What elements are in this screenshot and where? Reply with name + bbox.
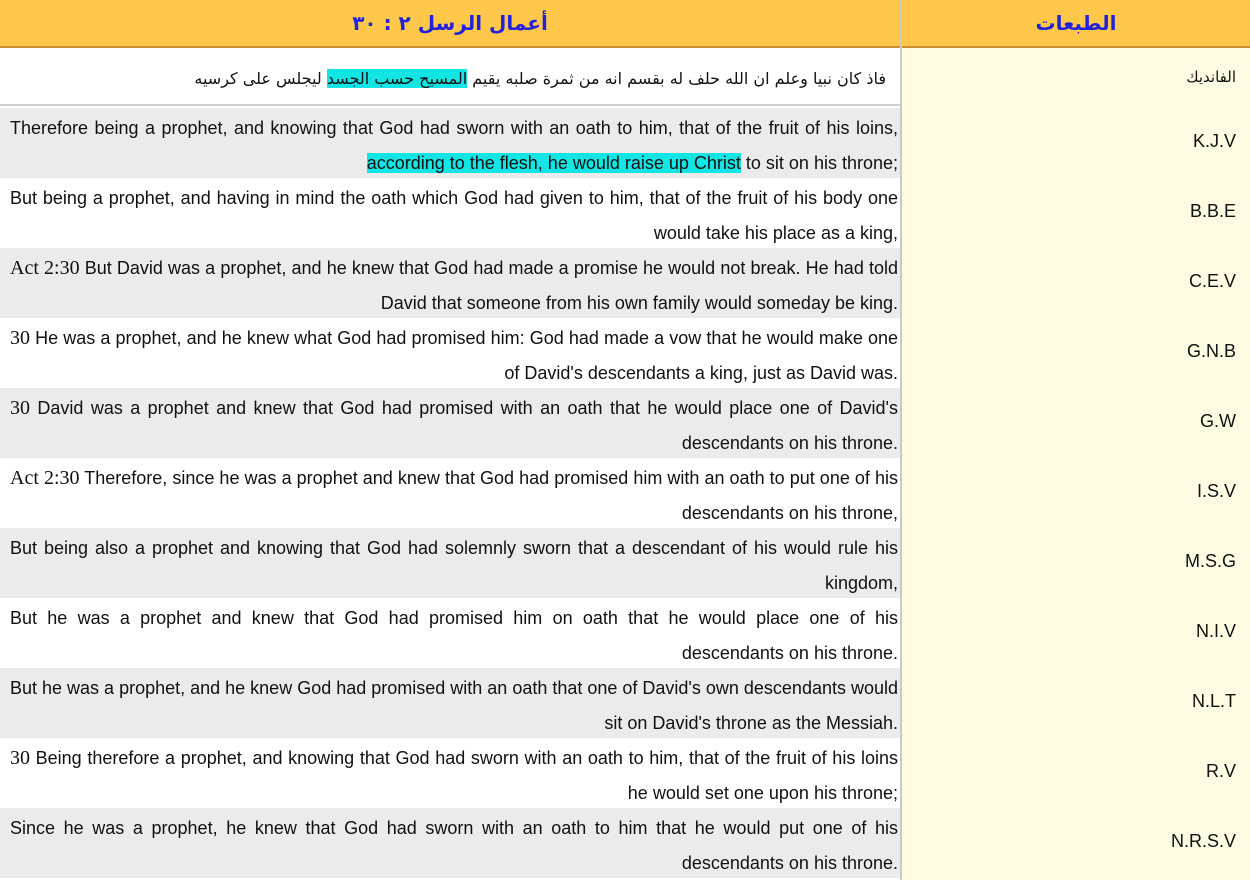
verse-text: But being also a prophet and knowing tha… [10, 531, 898, 601]
versions-column-header: الطبعات [902, 0, 1250, 48]
version-row: But being a prophet, and having in mind … [0, 178, 900, 248]
arabic-verse-row: فاذ كان نبيا وعلم ان الله حلف له بقسم ان… [0, 50, 900, 106]
verse-number: Act 2:30 [10, 257, 80, 279]
verse-text: Act 2:30 Therefore, since he was a proph… [10, 461, 898, 531]
verse-text: But he was a prophet, and he knew God ha… [10, 671, 898, 741]
verse-text-part: But he was a prophet, and he knew God ha… [10, 678, 899, 733]
verse-text-part: Since he was a prophet, he knew that God… [10, 818, 898, 873]
verse-text: 30 He was a prophet, and he knew what Go… [10, 321, 898, 391]
versions-label-column [902, 48, 1250, 880]
arabic-verse-text: فاذ كان نبيا وعلم ان الله حلف له بقسم ان… [194, 62, 886, 96]
arabic-highlighted-phrase: المسيح حسب الجسد [326, 69, 468, 88]
verse-number: 30 [10, 327, 30, 349]
verse-number: 30 [10, 397, 30, 419]
passage-reference-header: أعمال الرسل ٢ : ٣٠ [0, 0, 900, 48]
verse-text-part: Being therefore a prophet, and knowing t… [30, 748, 898, 803]
version-row: 30 Being therefore a prophet, and knowin… [0, 738, 900, 808]
version-label: I.S.V [1196, 481, 1236, 501]
verse-text: Therefore being a prophet, and knowing t… [10, 111, 898, 181]
verse-text: 30 Being therefore a prophet, and knowin… [10, 741, 898, 811]
verse-text-part: to sit on his throne; [740, 153, 898, 173]
verse-text: Since he was a prophet, he knew that God… [10, 811, 898, 881]
version-row: But he was a prophet, and he knew God ha… [0, 668, 900, 738]
verse-text-part: But David was a prophet, and he knew tha… [79, 258, 898, 313]
verse-text-part: But being also a prophet and knowing tha… [10, 538, 898, 593]
version-label: R.V [1205, 761, 1236, 781]
version-label: K.J.V [1192, 131, 1236, 151]
version-row: But he was a prophet and knew that God h… [0, 598, 900, 668]
verse-text-part: Therefore being a prophet, and knowing t… [10, 118, 898, 138]
verse-text-part: He was a prophet, and he knew what God h… [30, 328, 898, 383]
version-row: 30 David was a prophet and knew that God… [0, 388, 900, 458]
version-row: Since he was a prophet, he knew that God… [0, 808, 900, 878]
arabic-version-label: الفانديك [1186, 68, 1236, 86]
verse-text-part: David was a prophet and knew that God ha… [30, 398, 898, 453]
version-label: N.L.T [1191, 691, 1236, 711]
verse-text: Act 2:30 But David was a prophet, and he… [10, 251, 898, 321]
version-label: M.S.G [1184, 551, 1236, 571]
versions-column-title: الطبعات [1035, 11, 1117, 35]
version-row: Therefore being a prophet, and knowing t… [0, 108, 900, 178]
highlighted-phrase: according to the flesh, he would raise u… [366, 153, 741, 173]
verse-text: But he was a prophet and knew that God h… [10, 601, 898, 671]
version-row: But being also a prophet and knowing tha… [0, 528, 900, 598]
arabic-text-before: فاذ كان نبيا وعلم ان الله حلف له بقسم ان… [467, 69, 886, 88]
version-label: N.I.V [1195, 621, 1236, 641]
verse-number: Act 2:30 [10, 467, 80, 489]
version-row: Act 2:30 But David was a prophet, and he… [0, 248, 900, 318]
version-row: 30 He was a prophet, and he knew what Go… [0, 318, 900, 388]
version-label: G.N.B [1186, 341, 1236, 361]
verse-text-part: Therefore, since he was a prophet and kn… [79, 468, 898, 523]
version-label: G.W [1200, 411, 1236, 431]
version-label: B.B.E [1189, 201, 1236, 221]
verse-text: 30 David was a prophet and knew that God… [10, 391, 898, 461]
version-row: Act 2:30 Therefore, since he was a proph… [0, 458, 900, 528]
arabic-text-after: ليجلس على كرسيه [194, 69, 327, 88]
version-label: C.E.V [1188, 271, 1236, 291]
passage-reference-title: أعمال الرسل ٢ : ٣٠ [352, 11, 548, 35]
verse-text: But being a prophet, and having in mind … [10, 181, 898, 251]
verse-text-part: But he was a prophet and knew that God h… [10, 608, 898, 663]
verse-text-part: But being a prophet, and having in mind … [10, 188, 898, 243]
verse-number: 30 [10, 747, 30, 769]
version-label: N.R.S.V [1170, 831, 1236, 851]
